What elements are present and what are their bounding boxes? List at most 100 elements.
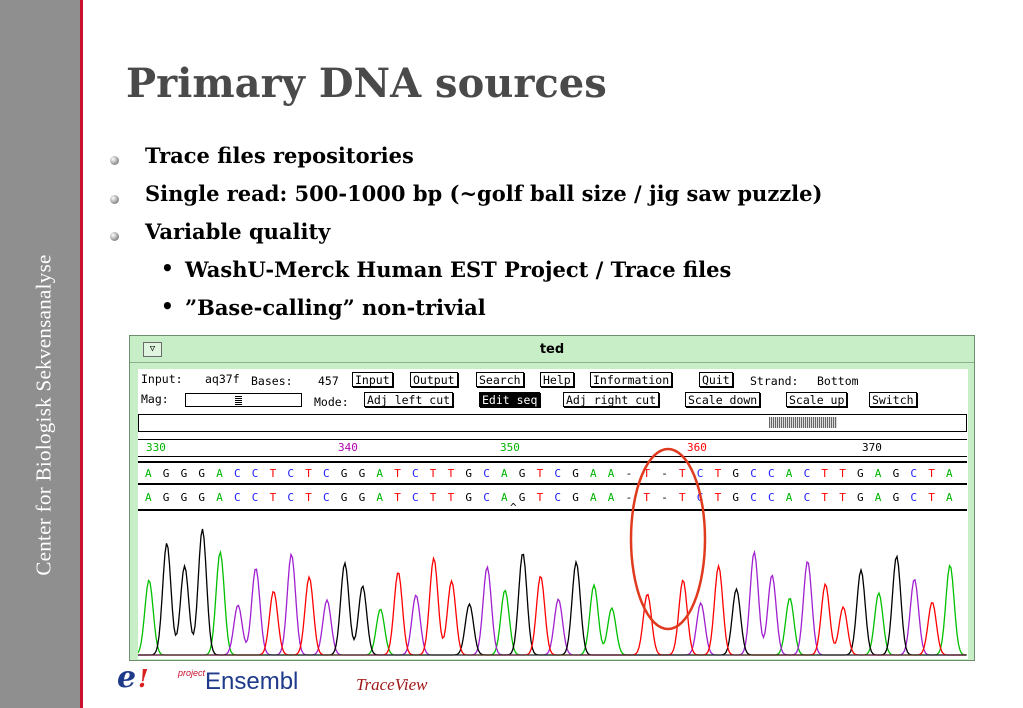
base-letter[interactable]: G <box>359 467 366 480</box>
base-letter[interactable]: T <box>394 467 401 480</box>
base-letter[interactable]: C <box>287 491 294 504</box>
base-letter[interactable]: C <box>554 467 561 480</box>
base-letter[interactable]: T <box>430 467 437 480</box>
base-letter[interactable]: A <box>590 491 597 504</box>
base-letter[interactable]: C <box>697 467 704 480</box>
base-letter[interactable]: T <box>679 491 686 504</box>
base-letter[interactable]: T <box>928 491 935 504</box>
base-letter[interactable]: T <box>821 467 828 480</box>
base-letter[interactable]: G <box>465 467 472 480</box>
base-letter[interactable]: T <box>305 467 312 480</box>
base-letter[interactable]: G <box>163 491 170 504</box>
base-letter[interactable]: C <box>697 491 704 504</box>
base-letter[interactable]: - <box>661 491 668 504</box>
base-letter[interactable]: C <box>554 491 561 504</box>
base-letter[interactable]: C <box>323 491 330 504</box>
base-letter[interactable]: C <box>910 467 917 480</box>
base-letter[interactable]: G <box>163 467 170 480</box>
base-letter[interactable]: T <box>715 467 722 480</box>
base-letter[interactable]: C <box>252 467 259 480</box>
base-letter[interactable]: A <box>786 491 793 504</box>
scrollbar-thumb[interactable] <box>769 417 837 428</box>
base-letter[interactable]: T <box>715 491 722 504</box>
scale-down-button[interactable]: Scale down <box>685 392 761 407</box>
search-button[interactable]: Search <box>476 372 524 387</box>
base-letter[interactable]: - <box>626 467 633 480</box>
base-letter[interactable]: G <box>857 467 864 480</box>
help-button[interactable]: Help <box>540 372 574 387</box>
base-letter[interactable]: A <box>376 491 383 504</box>
base-letter[interactable]: T <box>270 491 277 504</box>
base-letter[interactable]: A <box>501 491 508 504</box>
base-letter[interactable]: C <box>234 491 241 504</box>
base-letter[interactable]: A <box>875 491 882 504</box>
base-letter[interactable]: G <box>519 491 526 504</box>
base-letter[interactable]: C <box>483 491 490 504</box>
information-button[interactable]: Information <box>590 372 673 387</box>
base-letter[interactable]: T <box>430 491 437 504</box>
base-letter[interactable]: G <box>341 491 348 504</box>
base-letter[interactable]: C <box>287 467 294 480</box>
base-letter[interactable]: - <box>661 467 668 480</box>
sequence-row-original[interactable]: AGGGACCTCTCGGATCTTGCAGTCGAA-T-TCTGCCACTT… <box>138 461 967 485</box>
base-letter[interactable]: A <box>376 467 383 480</box>
base-letter[interactable]: T <box>928 467 935 480</box>
base-letter[interactable]: A <box>946 467 953 480</box>
base-letter[interactable]: T <box>643 491 650 504</box>
base-letter[interactable]: C <box>412 491 419 504</box>
base-letter[interactable]: T <box>448 491 455 504</box>
base-letter[interactable]: T <box>839 491 846 504</box>
base-letter[interactable]: A <box>501 467 508 480</box>
base-letter[interactable]: A <box>786 467 793 480</box>
base-letter[interactable]: A <box>946 491 953 504</box>
base-letter[interactable]: G <box>359 491 366 504</box>
input-button[interactable]: Input <box>352 372 393 387</box>
base-letter[interactable]: A <box>145 491 152 504</box>
quit-button[interactable]: Quit <box>699 372 733 387</box>
base-letter[interactable]: C <box>750 467 757 480</box>
base-letter[interactable]: G <box>732 467 739 480</box>
mag-slider[interactable] <box>185 393 302 407</box>
base-letter[interactable]: A <box>608 491 615 504</box>
base-letter[interactable]: T <box>839 467 846 480</box>
sequence-row-edited[interactable]: ^ AGGGACCTCTCGGATCTTGCAGTCGAA-T-TCTGCCAC… <box>138 487 967 513</box>
base-letter[interactable]: G <box>893 467 900 480</box>
base-letter[interactable]: C <box>252 491 259 504</box>
base-letter[interactable]: G <box>519 467 526 480</box>
base-letter[interactable]: A <box>216 491 223 504</box>
trace-scrollbar[interactable] <box>138 414 967 432</box>
base-letter[interactable]: G <box>732 491 739 504</box>
base-letter[interactable]: T <box>394 491 401 504</box>
base-letter[interactable]: T <box>537 491 544 504</box>
base-letter[interactable]: G <box>572 491 579 504</box>
base-letter[interactable]: C <box>804 491 811 504</box>
base-letter[interactable]: G <box>893 491 900 504</box>
base-letter[interactable]: - <box>626 491 633 504</box>
window-titlebar[interactable]: ▽ ted <box>130 336 974 363</box>
base-letter[interactable]: G <box>465 491 472 504</box>
base-letter[interactable]: G <box>198 491 205 504</box>
base-letter[interactable]: C <box>768 467 775 480</box>
mag-slider-thumb[interactable] <box>235 395 242 405</box>
base-letter[interactable]: A <box>608 467 615 480</box>
base-letter[interactable]: G <box>181 491 188 504</box>
base-letter[interactable]: T <box>821 491 828 504</box>
base-letter[interactable]: G <box>857 491 864 504</box>
base-letter[interactable]: C <box>323 467 330 480</box>
base-letter[interactable]: G <box>181 467 188 480</box>
base-letter[interactable]: T <box>270 467 277 480</box>
base-letter[interactable]: T <box>448 467 455 480</box>
base-letter[interactable]: A <box>216 467 223 480</box>
base-letter[interactable]: T <box>305 491 312 504</box>
base-letter[interactable]: T <box>679 467 686 480</box>
base-letter[interactable]: A <box>145 467 152 480</box>
base-letter[interactable]: C <box>910 491 917 504</box>
base-letter[interactable]: C <box>234 467 241 480</box>
base-letter[interactable]: T <box>537 467 544 480</box>
base-letter[interactable]: C <box>804 467 811 480</box>
edit-seq-button[interactable]: Edit seq <box>479 392 541 407</box>
base-letter[interactable]: G <box>198 467 205 480</box>
adj-right-cut-button[interactable]: Adj right cut <box>563 392 660 407</box>
base-letter[interactable]: A <box>590 467 597 480</box>
adj-left-cut-button[interactable]: Adj left cut <box>364 392 454 407</box>
